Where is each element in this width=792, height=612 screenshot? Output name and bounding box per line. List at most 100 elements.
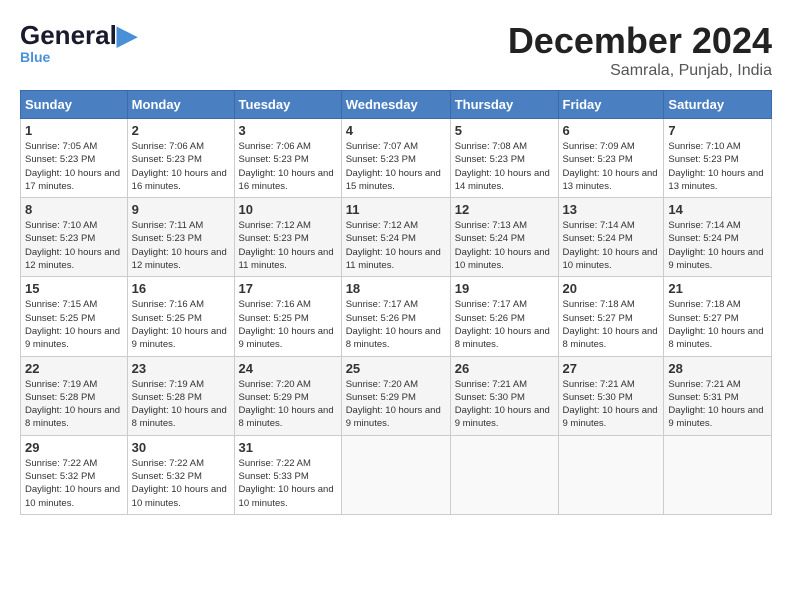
day-info: Sunrise: 7:05 AMSunset: 5:23 PMDaylight:… [25, 140, 123, 193]
location: Samrala, Punjab, India [508, 62, 772, 80]
day-info: Sunrise: 7:14 AMSunset: 5:24 PMDaylight:… [563, 219, 660, 272]
day-info: Sunrise: 7:14 AMSunset: 5:24 PMDaylight:… [668, 219, 767, 272]
day-number: 14 [668, 202, 767, 217]
calendar-day-2: 2 Sunrise: 7:06 AMSunset: 5:23 PMDaylight… [127, 119, 234, 198]
day-number: 4 [346, 123, 446, 138]
logo-blue-text: Blue [20, 49, 50, 65]
day-number: 16 [132, 281, 230, 296]
day-number: 8 [25, 202, 123, 217]
calendar-day-27: 27 Sunrise: 7:21 AMSunset: 5:30 PMDayligh… [558, 356, 664, 435]
calendar-day-30: 30 Sunrise: 7:22 AMSunset: 5:32 PMDayligh… [127, 435, 234, 514]
calendar-day-26: 26Sunrise: 7:21 AMSunset: 5:30 PMDayligh… [450, 356, 558, 435]
day-header-wednesday: Wednesday [341, 91, 450, 119]
calendar-day-7: 7 Sunrise: 7:10 AMSunset: 5:23 PMDaylight… [664, 119, 772, 198]
day-info: Sunrise: 7:07 AMSunset: 5:23 PMDaylight:… [346, 140, 446, 193]
day-info: Sunrise: 7:10 AMSunset: 5:23 PMDaylight:… [668, 140, 767, 193]
day-number: 20 [563, 281, 660, 296]
day-header-saturday: Saturday [664, 91, 772, 119]
day-number: 25 [346, 361, 446, 376]
day-header-sunday: Sunday [21, 91, 128, 119]
day-number: 17 [239, 281, 337, 296]
day-number: 7 [668, 123, 767, 138]
calendar-day-10: 10 Sunrise: 7:12 AMSunset: 5:23 PMDayligh… [234, 198, 341, 277]
day-number: 1 [25, 123, 123, 138]
day-number: 19 [455, 281, 554, 296]
day-info: Sunrise: 7:08 AMSunset: 5:23 PMDaylight:… [455, 140, 554, 193]
day-info: Sunrise: 7:22 AMSunset: 5:33 PMDaylight:… [239, 457, 337, 510]
day-info: Sunrise: 7:13 AMSunset: 5:24 PMDaylight:… [455, 219, 554, 272]
day-number: 31 [239, 440, 337, 455]
day-info: Sunrise: 7:11 AMSunset: 5:23 PMDaylight:… [132, 219, 230, 272]
calendar-day-12: 12 Sunrise: 7:13 AMSunset: 5:24 PMDayligh… [450, 198, 558, 277]
day-info: Sunrise: 7:16 AMSunset: 5:25 PMDaylight:… [132, 298, 230, 351]
empty-cell [341, 435, 450, 514]
calendar-day-21: 21 Sunrise: 7:18 AMSunset: 5:27 PMDayligh… [664, 277, 772, 356]
day-header-thursday: Thursday [450, 91, 558, 119]
calendar-day-29: 29 Sunrise: 7:22 AMSunset: 5:32 PMDayligh… [21, 435, 128, 514]
day-number: 21 [668, 281, 767, 296]
calendar-day-16: 16 Sunrise: 7:16 AMSunset: 5:25 PMDayligh… [127, 277, 234, 356]
calendar-week-3: 15Sunrise: 7:15 AMSunset: 5:25 PMDayligh… [21, 277, 772, 356]
day-number: 10 [239, 202, 337, 217]
day-info: Sunrise: 7:21 AMSunset: 5:30 PMDaylight:… [563, 378, 660, 431]
empty-cell [664, 435, 772, 514]
day-info: Sunrise: 7:17 AMSunset: 5:26 PMDaylight:… [346, 298, 446, 351]
day-number: 2 [132, 123, 230, 138]
calendar-day-25: 25 Sunrise: 7:20 AMSunset: 5:29 PMDayligh… [341, 356, 450, 435]
day-header-tuesday: Tuesday [234, 91, 341, 119]
day-number: 27 [563, 361, 660, 376]
day-number: 22 [25, 361, 123, 376]
calendar-table: SundayMondayTuesdayWednesdayThursdayFrid… [20, 90, 772, 515]
calendar-week-4: 22 Sunrise: 7:19 AMSunset: 5:28 PMDayligh… [21, 356, 772, 435]
calendar-day-11: 11Sunrise: 7:12 AMSunset: 5:24 PMDayligh… [341, 198, 450, 277]
day-info: Sunrise: 7:16 AMSunset: 5:25 PMDaylight:… [239, 298, 337, 351]
calendar-day-14: 14 Sunrise: 7:14 AMSunset: 5:24 PMDayligh… [664, 198, 772, 277]
day-number: 12 [455, 202, 554, 217]
calendar-day-1: 1 Sunrise: 7:05 AMSunset: 5:23 PMDaylight… [21, 119, 128, 198]
calendar-day-5: 5Sunrise: 7:08 AMSunset: 5:23 PMDaylight… [450, 119, 558, 198]
calendar-week-5: 29 Sunrise: 7:22 AMSunset: 5:32 PMDayligh… [21, 435, 772, 514]
calendar-week-2: 8Sunrise: 7:10 AMSunset: 5:23 PMDaylight… [21, 198, 772, 277]
calendar-day-22: 22 Sunrise: 7:19 AMSunset: 5:28 PMDayligh… [21, 356, 128, 435]
day-info: Sunrise: 7:22 AMSunset: 5:32 PMDaylight:… [132, 457, 230, 510]
calendar-day-18: 18 Sunrise: 7:17 AMSunset: 5:26 PMDayligh… [341, 277, 450, 356]
calendar-day-13: 13 Sunrise: 7:14 AMSunset: 5:24 PMDayligh… [558, 198, 664, 277]
day-header-friday: Friday [558, 91, 664, 119]
day-number: 29 [25, 440, 123, 455]
calendar-day-19: 19 Sunrise: 7:17 AMSunset: 5:26 PMDayligh… [450, 277, 558, 356]
day-info: Sunrise: 7:22 AMSunset: 5:32 PMDaylight:… [25, 457, 123, 510]
calendar-day-4: 4 Sunrise: 7:07 AMSunset: 5:23 PMDaylight… [341, 119, 450, 198]
day-number: 23 [132, 361, 230, 376]
calendar-day-28: 28Sunrise: 7:21 AMSunset: 5:31 PMDayligh… [664, 356, 772, 435]
day-number: 30 [132, 440, 230, 455]
day-info: Sunrise: 7:19 AMSunset: 5:28 PMDaylight:… [132, 378, 230, 431]
day-info: Sunrise: 7:09 AMSunset: 5:23 PMDaylight:… [563, 140, 660, 193]
day-number: 11 [346, 202, 446, 217]
day-number: 9 [132, 202, 230, 217]
calendar-day-9: 9 Sunrise: 7:11 AMSunset: 5:23 PMDaylight… [127, 198, 234, 277]
day-info: Sunrise: 7:18 AMSunset: 5:27 PMDaylight:… [563, 298, 660, 351]
calendar-day-6: 6Sunrise: 7:09 AMSunset: 5:23 PMDaylight… [558, 119, 664, 198]
day-info: Sunrise: 7:20 AMSunset: 5:29 PMDaylight:… [346, 378, 446, 431]
page-header: General▶ Blue December 2024 Samrala, Pun… [20, 20, 772, 80]
calendar-day-20: 20 Sunrise: 7:18 AMSunset: 5:27 PMDayligh… [558, 277, 664, 356]
day-info: Sunrise: 7:17 AMSunset: 5:26 PMDaylight:… [455, 298, 554, 351]
day-info: Sunrise: 7:15 AMSunset: 5:25 PMDaylight:… [25, 298, 123, 351]
empty-cell [558, 435, 664, 514]
empty-cell [450, 435, 558, 514]
day-number: 3 [239, 123, 337, 138]
calendar-day-15: 15Sunrise: 7:15 AMSunset: 5:25 PMDayligh… [21, 277, 128, 356]
day-number: 13 [563, 202, 660, 217]
calendar-day-3: 3Sunrise: 7:06 AMSunset: 5:23 PMDaylight… [234, 119, 341, 198]
day-info: Sunrise: 7:20 AMSunset: 5:29 PMDaylight:… [239, 378, 337, 431]
day-number: 24 [239, 361, 337, 376]
calendar-day-31: 31 Sunrise: 7:22 AMSunset: 5:33 PMDayligh… [234, 435, 341, 514]
calendar-day-24: 24 Sunrise: 7:20 AMSunset: 5:29 PMDayligh… [234, 356, 341, 435]
day-info: Sunrise: 7:19 AMSunset: 5:28 PMDaylight:… [25, 378, 123, 431]
day-info: Sunrise: 7:06 AMSunset: 5:23 PMDaylight:… [132, 140, 230, 193]
day-info: Sunrise: 7:12 AMSunset: 5:23 PMDaylight:… [239, 219, 337, 272]
day-info: Sunrise: 7:18 AMSunset: 5:27 PMDaylight:… [668, 298, 767, 351]
day-number: 18 [346, 281, 446, 296]
day-info: Sunrise: 7:21 AMSunset: 5:30 PMDaylight:… [455, 378, 554, 431]
day-header-monday: Monday [127, 91, 234, 119]
